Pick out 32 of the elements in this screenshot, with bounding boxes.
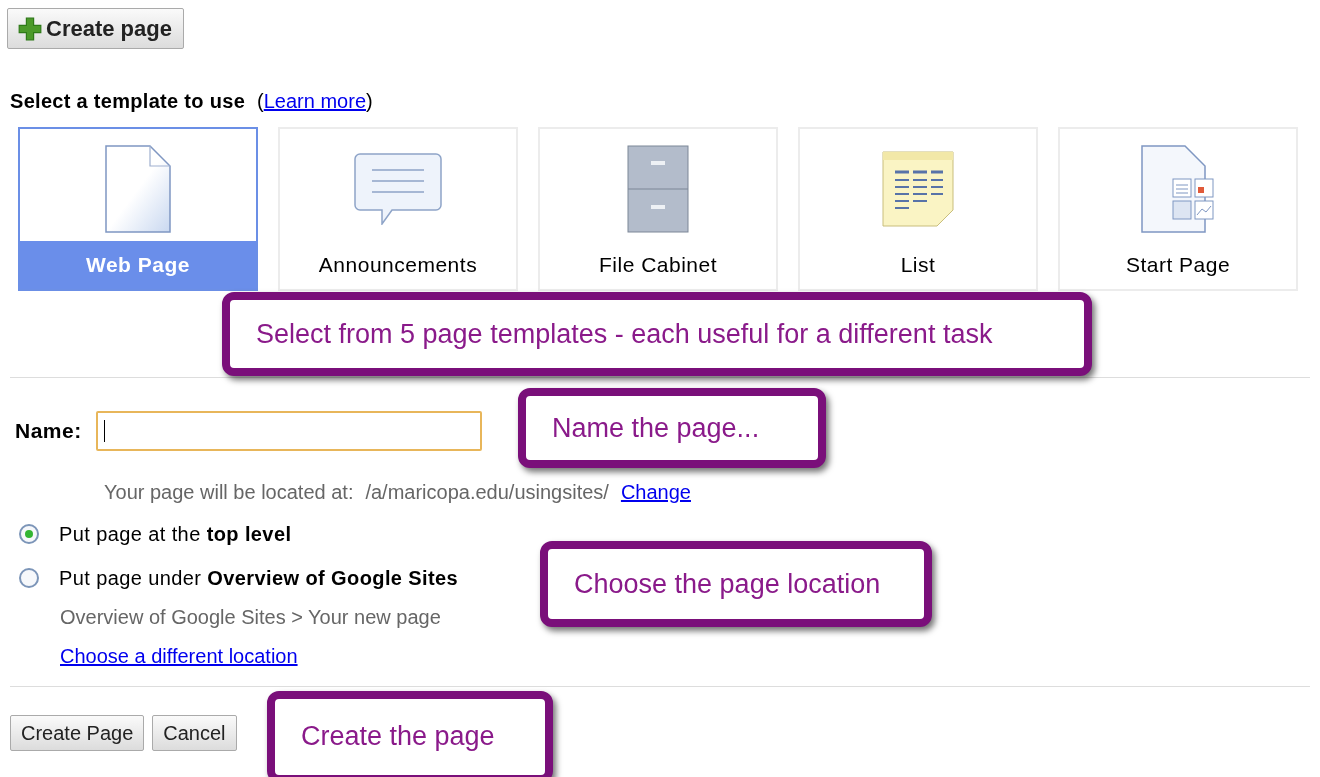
- template-tile[interactable]: Announcements: [278, 127, 518, 291]
- speech-bubble-icon: [354, 153, 442, 225]
- parenthesis: (: [257, 90, 264, 113]
- annotation-callout: Name the page...: [518, 388, 826, 468]
- start-page-icon: [1141, 145, 1215, 233]
- template-tile[interactable]: File Cabinet: [538, 127, 778, 291]
- radio-button[interactable]: [19, 568, 39, 588]
- template-tile[interactable]: List: [798, 127, 1038, 291]
- parenthesis: ): [366, 90, 373, 113]
- annotation-callout: Choose the page location: [540, 541, 932, 627]
- location-label: Your page will be located at:: [104, 481, 354, 504]
- annotation-callout: Select from 5 page templates - each useful for a different task: [222, 292, 1092, 376]
- name-label: Name:: [15, 419, 82, 443]
- radio-button[interactable]: [19, 524, 39, 544]
- radio-label: Put page under Overview of Google Sites: [59, 566, 459, 590]
- change-link[interactable]: Change: [620, 481, 691, 504]
- plus-icon: [18, 16, 42, 41]
- radio-label: Put page at the top level: [59, 522, 292, 546]
- location-path: /a/maricopa.edu/usingsites/: [365, 481, 609, 504]
- form-button[interactable]: Create Page: [10, 715, 145, 751]
- choose-location-link[interactable]: Choose a different location: [60, 645, 298, 667]
- learn-more-link[interactable]: Learn more: [263, 90, 366, 113]
- list-icon: [882, 151, 954, 227]
- name-input-field[interactable]: [95, 411, 482, 451]
- file-cabinet-icon: [627, 145, 689, 233]
- form-button[interactable]: Cancel: [152, 715, 237, 751]
- annotation-callout: Create the page: [267, 691, 553, 777]
- create-page-button[interactable]: Create page: [7, 8, 184, 49]
- section-heading: Select a template to use: [10, 90, 246, 113]
- document-icon: [105, 145, 171, 233]
- template-tile[interactable]: Start Page: [1058, 127, 1298, 291]
- breadcrumb: Overview of Google Sites > Your new page: [60, 606, 441, 629]
